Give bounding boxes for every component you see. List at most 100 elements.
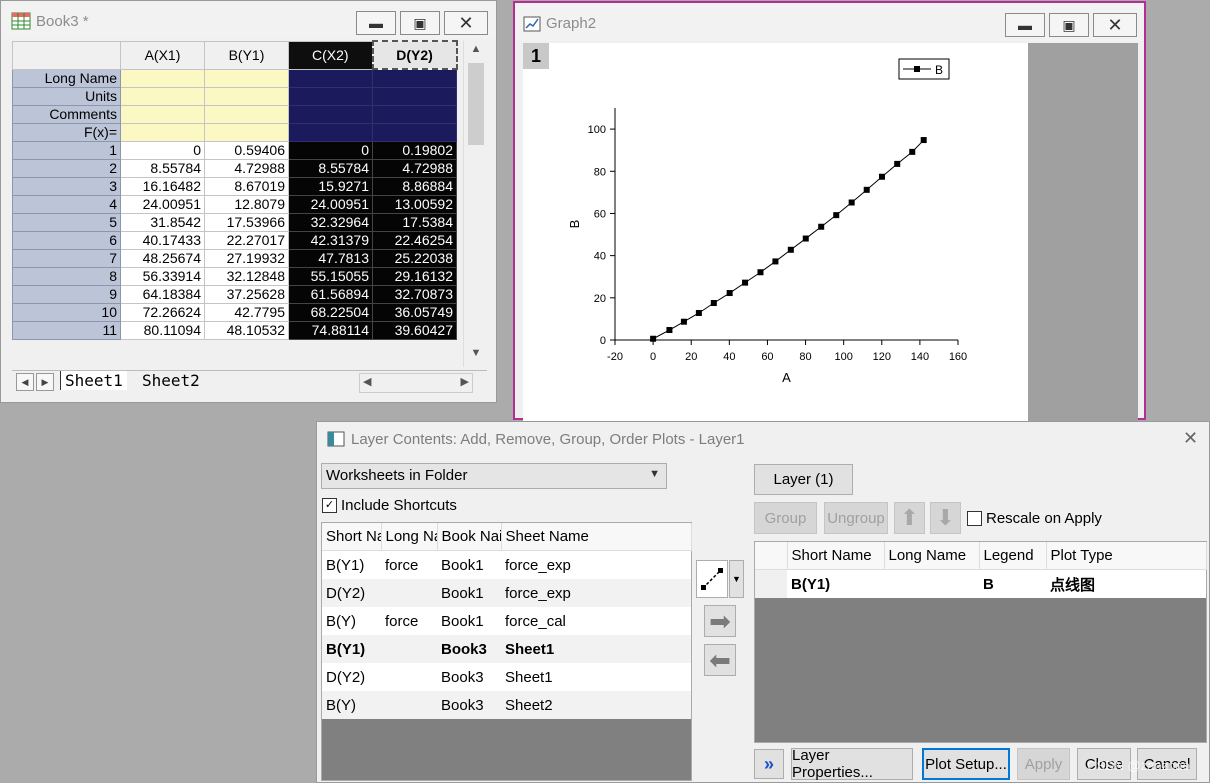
cell-d[interactable]: 29.16132 (372, 266, 457, 286)
cell-c[interactable]: 24.00951 (288, 194, 373, 214)
move-up-button[interactable]: ⬆ (894, 502, 925, 534)
cell-b[interactable]: 48.10532 (204, 320, 289, 340)
cell-a[interactable]: 64.18384 (120, 284, 205, 304)
horizontal-scrollbar[interactable]: ◀ ▶ (359, 373, 473, 393)
scroll-thumb[interactable] (468, 63, 484, 145)
label-cell[interactable] (120, 86, 205, 106)
graph2-titlebar[interactable]: Graph2 ▬ ▣ ✕ (515, 3, 1144, 41)
column-header-c[interactable]: C(X2) (288, 40, 373, 70)
label-cell[interactable] (288, 122, 373, 142)
layer-plot-row[interactable]: B(Y1) B 点线图 (755, 569, 1206, 598)
label-cell[interactable] (288, 104, 373, 124)
cell-a[interactable]: 0 (120, 140, 205, 160)
plot-area[interactable]: -20 0 20 40 60 80 100 120 140 160020406080100ABB (523, 43, 1028, 422)
label-cell[interactable] (120, 68, 205, 88)
include-shortcuts-checkbox[interactable]: ✓ (322, 498, 337, 513)
cell-c[interactable]: 47.7813 (288, 248, 373, 268)
table-row[interactable]: 9 64.18384 37.25628 61.56894 32.70873 (12, 284, 457, 304)
cell-a[interactable]: 31.8542 (120, 212, 205, 232)
cell-b[interactable]: 37.25628 (204, 284, 289, 304)
book3-titlebar[interactable]: Book3 * ▬ ▣ ✕ (1, 1, 496, 39)
label-cell[interactable] (372, 104, 457, 124)
layer-plot-list[interactable]: Short Name Long Name Legend Plot Type B(… (754, 541, 1207, 743)
minimize-button[interactable]: ▬ (356, 11, 396, 35)
label-cell[interactable] (372, 68, 457, 88)
cell-d[interactable]: 36.05749 (372, 302, 457, 322)
table-row[interactable]: 6 40.17433 22.27017 42.31379 22.46254 (12, 230, 457, 250)
row-label-long-name[interactable]: Long Name (12, 68, 121, 88)
row-number[interactable]: 9 (12, 284, 121, 304)
cell-d[interactable]: 39.60427 (372, 320, 457, 340)
row-number[interactable]: 1 (12, 140, 121, 160)
sheet-tab-sheet1[interactable]: Sheet1 (60, 371, 127, 390)
scroll-down-icon[interactable]: ▼ (464, 347, 488, 359)
plot-type-button[interactable] (696, 560, 728, 598)
row-number[interactable]: 7 (12, 248, 121, 268)
table-row[interactable]: 4 24.00951 12.8079 24.00951 13.00592 (12, 194, 457, 214)
dialog-close-icon[interactable]: ✕ (1183, 428, 1198, 449)
list-item[interactable]: B(Y1) force Book1 force_exp (322, 550, 691, 579)
cell-c[interactable]: 61.56894 (288, 284, 373, 304)
maximize-button[interactable]: ▣ (400, 11, 440, 35)
row-label-comments[interactable]: Comments (12, 104, 121, 124)
column-book-name[interactable]: Book Nai (437, 523, 502, 551)
cell-a[interactable]: 8.55784 (120, 158, 205, 178)
prev-sheet-icon[interactable]: ◀ (16, 373, 34, 391)
column-long-name[interactable]: Long Na (381, 523, 438, 551)
cell-a[interactable]: 72.26624 (120, 302, 205, 322)
plot-setup-button[interactable]: Plot Setup... (922, 748, 1010, 780)
rescale-checkbox[interactable] (967, 511, 982, 526)
label-cell[interactable] (204, 122, 289, 142)
apply-button[interactable]: Apply (1017, 748, 1070, 780)
cell-c[interactable]: 15.9271 (288, 176, 373, 196)
group-button[interactable]: Group (754, 502, 817, 534)
column-long-name[interactable]: Long Name (884, 542, 980, 570)
layer-properties-button[interactable]: Layer Properties... (791, 747, 913, 781)
row-number[interactable]: 10 (12, 302, 121, 322)
table-row[interactable]: 3 16.16482 8.67019 15.9271 8.86884 (12, 176, 457, 196)
close-button[interactable]: ✕ (1093, 13, 1137, 37)
column-plot-type[interactable]: Plot Type (1046, 542, 1207, 570)
table-row[interactable]: 2 8.55784 4.72988 8.55784 4.72988 (12, 158, 457, 178)
cell-b[interactable]: 0.59406 (204, 140, 289, 160)
row-number[interactable]: 2 (12, 158, 121, 178)
row-label-units[interactable]: Units (12, 86, 121, 106)
row-number[interactable]: 6 (12, 230, 121, 250)
layer-tag[interactable]: 1 (523, 43, 549, 69)
label-cell[interactable] (120, 104, 205, 124)
worksheet-list[interactable]: Short Na Long Na Book Nai Sheet Name B(Y… (321, 522, 692, 781)
cell-b[interactable]: 4.72988 (204, 158, 289, 178)
sheet-tab-sheet2[interactable]: Sheet2 (138, 371, 204, 390)
cell-d[interactable]: 32.70873 (372, 284, 457, 304)
vertical-scrollbar[interactable]: ▲ ▼ (463, 41, 488, 367)
scroll-left-icon[interactable]: ◀ (363, 375, 371, 388)
table-row[interactable]: 11 80.11094 48.10532 74.88114 39.60427 (12, 320, 457, 340)
scroll-right-icon[interactable]: ▶ (461, 375, 469, 388)
cell-d[interactable]: 0.19802 (372, 140, 457, 160)
ungroup-button[interactable]: Ungroup (824, 502, 888, 534)
list-item[interactable]: B(Y) Book3 Sheet2 (322, 691, 691, 719)
table-row[interactable]: 7 48.25674 27.19932 47.7813 25.22038 (12, 248, 457, 268)
plot-type-dropdown[interactable]: ▼ (729, 560, 744, 598)
maximize-button[interactable]: ▣ (1049, 13, 1089, 37)
cell-c[interactable]: 42.31379 (288, 230, 373, 250)
cell-a[interactable]: 40.17433 (120, 230, 205, 250)
column-short-name[interactable]: Short Name (787, 542, 885, 570)
remove-plot-button[interactable]: ⬅ (704, 644, 736, 676)
table-row[interactable]: 8 56.33914 32.12848 55.15055 29.16132 (12, 266, 457, 286)
list-item[interactable]: B(Y) force Book1 force_cal (322, 607, 691, 635)
table-row[interactable]: 10 72.26624 42.7795 68.22504 36.05749 (12, 302, 457, 322)
cell-a[interactable]: 24.00951 (120, 194, 205, 214)
move-down-button[interactable]: ⬇ (930, 502, 961, 534)
list-item[interactable]: D(Y2) Book1 force_exp (322, 579, 691, 607)
label-cell[interactable] (372, 86, 457, 106)
row-number[interactable]: 11 (12, 320, 121, 340)
minimize-button[interactable]: ▬ (1005, 13, 1045, 37)
list-item[interactable]: D(Y2) Book3 Sheet1 (322, 663, 691, 691)
table-row[interactable]: 1 0 0.59406 0 0.19802 (12, 140, 457, 160)
column-legend[interactable]: Legend (979, 542, 1047, 570)
label-cell[interactable] (288, 68, 373, 88)
row-number[interactable]: 5 (12, 212, 121, 232)
row-label-fx[interactable]: F(x)= (12, 122, 121, 142)
column-header-b[interactable]: B(Y1) (204, 40, 289, 70)
